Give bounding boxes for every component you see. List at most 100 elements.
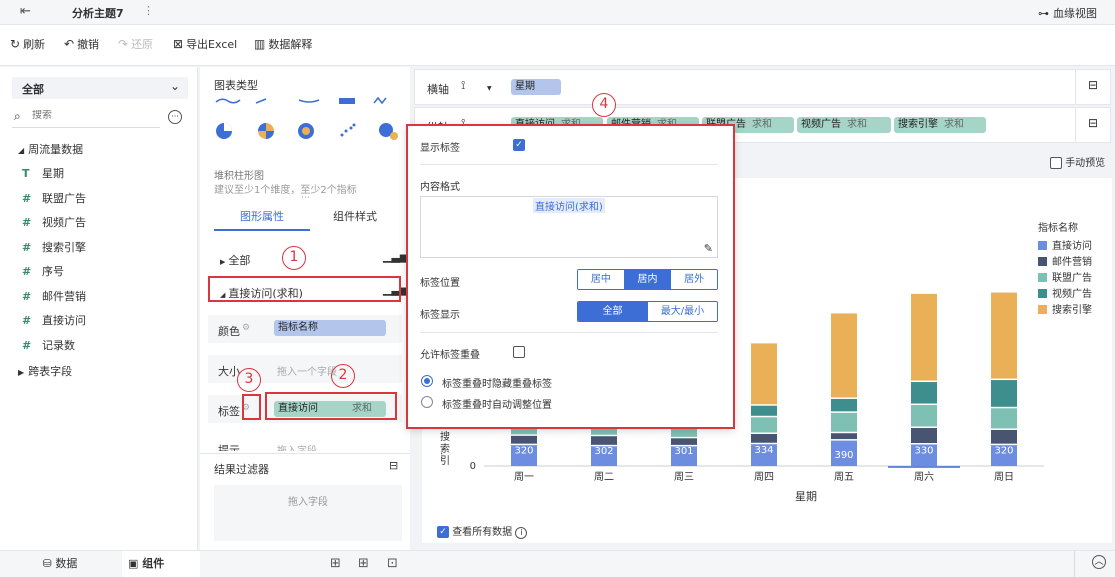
annotation-badge-1: 1 — [282, 246, 306, 270]
search-input[interactable] — [32, 110, 152, 121]
settings-icon[interactable]: ⚙ — [242, 323, 250, 333]
chart-icon: ▥ — [254, 37, 266, 51]
tab-data[interactable]: ⛁ 数据 — [0, 551, 120, 577]
x-axis-pill[interactable]: 星期 — [511, 79, 561, 95]
number-field-icon: # — [22, 289, 32, 303]
display-option[interactable]: 全部 — [578, 302, 647, 321]
field-item[interactable]: # 联盟广告 — [22, 190, 86, 206]
bar-segment — [991, 408, 1017, 429]
search-icon: ⌕ — [14, 109, 21, 123]
bar-segment — [751, 434, 777, 443]
chart-type-row-partial — [215, 96, 387, 105]
field-item[interactable]: # 视频广告 — [22, 214, 86, 230]
crosstab-fields[interactable]: ▶ 跨表字段 — [18, 363, 72, 379]
field-item[interactable]: # 记录数 — [22, 337, 75, 353]
legend-label: 搜索引擎 — [1052, 303, 1092, 316]
collapse-up-icon[interactable]: ︿ — [1092, 555, 1106, 569]
manual-preview-toggle[interactable]: 手动预览 — [1050, 154, 1105, 169]
y-axis-pill[interactable]: 搜索引擎 求和 — [894, 117, 986, 133]
bar-segment — [991, 380, 1017, 407]
checkbox[interactable] — [1050, 157, 1062, 169]
radio-hide-overlap[interactable] — [421, 375, 433, 387]
field-group-weekly-traffic[interactable]: ◢ 周流量数据 — [18, 141, 83, 157]
legend-swatch — [1038, 273, 1047, 282]
y-axis-label-char: 搜 — [440, 430, 450, 443]
chevron-down-icon: ⌄ — [169, 79, 180, 93]
data-explain-button[interactable]: ▥ 数据解释 — [254, 36, 312, 52]
add-table-icon[interactable]: ⊞ — [358, 556, 369, 571]
legend-label: 邮件营销 — [1052, 255, 1092, 268]
component-icon: ▣ — [128, 557, 139, 570]
view-all-data-toggle[interactable]: ✓ 查看所有数据 i — [437, 523, 528, 539]
topic-title[interactable]: 分析主题7 — [72, 5, 124, 21]
size-drop-zone[interactable]: 拖入一个字段 — [277, 363, 337, 378]
show-label-checkbox[interactable]: ✓ — [513, 139, 525, 151]
bar-chart-icon[interactable]: ▁▃▅ — [383, 250, 408, 263]
x-axis-label: 星期 — [795, 490, 817, 503]
bar-segment — [831, 433, 857, 440]
search-box[interactable]: ⌕ — [12, 108, 160, 128]
content-token[interactable]: 直接访问(求和) — [533, 198, 605, 213]
checkbox-checked[interactable]: ✓ — [437, 526, 449, 538]
edit-icon[interactable]: ✎ — [704, 242, 713, 255]
shape-all-row[interactable]: ▶ 全部 — [220, 252, 250, 268]
lock-icon[interactable]: ⊟ — [1088, 116, 1098, 130]
position-option[interactable]: 居内 — [623, 270, 671, 289]
position-option[interactable]: 居中 — [578, 270, 624, 289]
content-format-editor[interactable]: 直接访问(求和) ✎ — [420, 196, 718, 258]
bar-data-label: 390 — [834, 450, 853, 461]
bar-segment — [511, 435, 537, 444]
chart-type-row[interactable] — [214, 121, 404, 141]
chart-type-title: 图表类型 — [214, 79, 258, 92]
annotation-badge-3: 3 — [237, 368, 261, 392]
axis-setting-icon[interactable]: ⟟ — [461, 78, 465, 93]
legend-swatch — [1038, 305, 1047, 314]
lock-icon[interactable]: ⊟ — [389, 459, 398, 472]
lineage-view-button[interactable]: ⊶ 血缘视图 — [1038, 5, 1097, 21]
chart-type-hint: 建议至少1个维度，至少2个指标 — [214, 185, 357, 196]
chevron-down-icon[interactable]: ▼ — [487, 85, 492, 92]
number-field-icon: # — [22, 216, 32, 229]
lock-icon[interactable]: ⊟ — [1088, 78, 1098, 92]
add-component-icon[interactable]: ⊞ — [330, 556, 341, 571]
x-tick-label: 周一 — [514, 471, 534, 483]
exit-icon[interactable]: ⇤ — [20, 4, 31, 19]
radio-auto-adjust[interactable] — [421, 396, 433, 408]
redo-button[interactable]: ↷ 还原 — [118, 36, 153, 52]
field-item[interactable]: T 星期 — [22, 165, 64, 181]
field-item[interactable]: # 邮件营销 — [22, 288, 86, 304]
y-axis-label-ellipsis: : — [440, 450, 443, 461]
more-options-icon[interactable]: ··· — [168, 110, 182, 124]
tab-component-style[interactable]: 组件样式 — [310, 205, 400, 229]
legend-title: 指标名称 — [1038, 221, 1078, 234]
filter-drop-zone[interactable]: 拖入字段 — [214, 485, 402, 541]
more-icon[interactable]: ⋮ — [143, 4, 154, 17]
x-tick-label: 周四 — [754, 471, 774, 483]
auto-adjust-label[interactable]: 标签重叠时自动调整位置 — [442, 396, 552, 411]
allow-overlap-title: 允许标签重叠 — [420, 350, 480, 361]
hide-overlap-label[interactable]: 标签重叠时隐藏重叠标签 — [442, 375, 552, 390]
number-field-icon: # — [22, 314, 32, 327]
y-axis-pill[interactable]: 视频广告 求和 — [797, 117, 891, 133]
tab-shape-attributes[interactable]: 图形属性 — [214, 205, 310, 231]
refresh-button[interactable]: ↻ 刷新 — [10, 36, 45, 52]
tab-component[interactable]: ▣ 组件 — [122, 551, 200, 577]
field-item[interactable]: # 搜索引擎 — [22, 239, 86, 255]
datasource-select[interactable]: 全部 ⌄ — [12, 77, 188, 99]
allow-overlap-checkbox[interactable] — [513, 346, 525, 358]
collapse-icon: ◢ — [18, 146, 25, 155]
export-excel-button[interactable]: ⊠ 导出Excel — [173, 36, 237, 52]
drag-handle-icon[interactable]: ⋯ — [301, 193, 310, 203]
bar-segment — [831, 398, 857, 412]
field-item[interactable]: # 直接访问 — [22, 312, 86, 328]
info-icon[interactable]: i — [515, 527, 528, 539]
field-item[interactable]: # 序号 — [22, 263, 64, 279]
undo-button[interactable]: ↶ 撤销 — [64, 36, 99, 52]
add-text-icon[interactable]: ⊡ — [387, 556, 398, 571]
color-pill[interactable]: 指标名称 — [274, 320, 386, 336]
tooltip-drop-zone[interactable]: 拖入字段 — [277, 442, 317, 451]
position-option[interactable]: 居外 — [670, 270, 717, 289]
highlight-label-pill — [265, 392, 397, 420]
bar-data-label: 330 — [914, 445, 933, 456]
display-option[interactable]: 最大/最小 — [647, 302, 717, 321]
